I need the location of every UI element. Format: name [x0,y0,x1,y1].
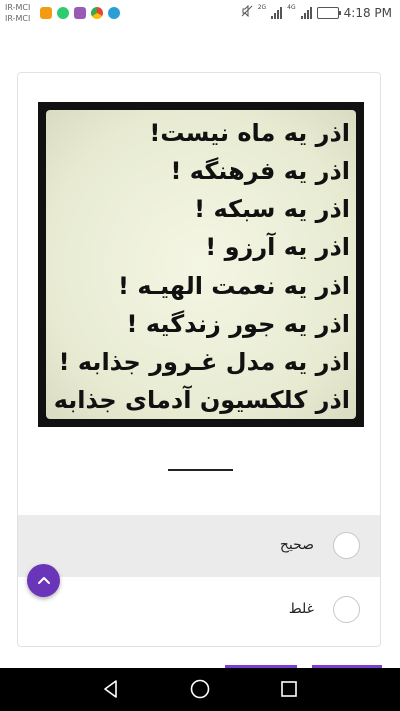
app-icon [74,7,86,19]
quote-line: اذر یه آرزو ! [205,233,350,262]
recent-apps-icon[interactable] [278,678,300,700]
signal-icon [271,6,283,19]
option-label: صحیح [279,537,314,553]
quote-line: اذر یه جور زندگیه ! [126,309,350,338]
network-2-label: 4G [287,4,296,11]
option-false[interactable]: غلط [18,579,380,641]
system-icons: 2G 4G 4:18 PM [241,4,392,20]
quote-line: اذر یه نعمت الهیـه ! [118,271,350,300]
back-icon[interactable] [100,678,122,700]
status-bar: IR-MCI IR-MCI 2G 4G 4:18 PM [0,0,400,28]
chrome-icon [91,7,103,19]
answer-blank-line [168,469,233,471]
radio-button[interactable] [333,596,360,623]
app-icon [40,7,52,19]
quote-text-block: اذر یه ماه نیست! اذر یه فرهنگه ! اذر یه … [46,110,356,419]
whatsapp-icon [57,7,69,19]
clock: 4:18 PM [343,5,392,20]
carrier-2: IR-MCI [5,14,31,23]
chevron-up-icon [37,576,50,584]
quote-line: اذر یه سبکه ! [194,195,350,224]
carrier-labels: IR-MCI IR-MCI [5,2,30,24]
navigation-bar [0,668,400,711]
option-label: غلط [288,601,314,617]
mute-icon [241,4,253,20]
home-icon[interactable] [189,678,211,700]
quote-line: اذر یه مدل غـرور جذابه ! [58,347,350,376]
battery-icon [316,6,341,19]
signal-icon [300,6,312,19]
question-image: اذر یه ماه نیست! اذر یه فرهنگه ! اذر یه … [38,102,364,427]
network-1-label: 2G [257,4,267,11]
scroll-up-button[interactable] [27,564,60,597]
quote-line: اذر کلکسیون آدمای جذابه ! [50,385,350,414]
question-card: اذر یه ماه نیست! اذر یه فرهنگه ! اذر یه … [17,72,381,647]
quote-line: اذر یه ماه نیست! [149,119,350,147]
carrier-1: IR-MCI [5,3,31,12]
radio-button[interactable] [333,532,360,559]
option-true[interactable]: صحیح [18,515,380,577]
notification-icons [40,7,120,19]
quote-line: اذر یه فرهنگه ! [170,157,350,186]
telegram-icon [108,7,120,19]
